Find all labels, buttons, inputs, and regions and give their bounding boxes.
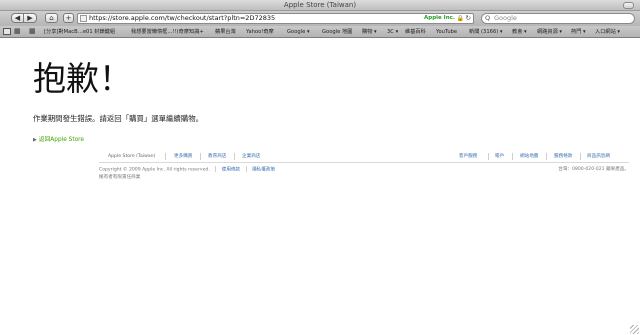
footer-link[interactable]: 更多購買	[174, 152, 192, 161]
contact-phone: 台灣：0800-020-021 蘋果產品。	[558, 167, 629, 172]
footer-divider	[245, 166, 247, 172]
bookmark-item[interactable]: 網路資源 ▾	[537, 26, 562, 38]
toolbar: ◀ ▶ ⌂ + https://store.apple.com/tw/check…	[0, 11, 640, 26]
browser-window: Apple Store (Taiwan) ◀ ▶ ⌂ + https://sto…	[0, 0, 640, 335]
forward-button[interactable]: ▶	[24, 13, 37, 23]
top-sites-grid-icon[interactable]: ▦	[14, 28, 22, 35]
footer-nav: Apple Store (Taiwan) 更多購買 教育商店 企業商店 客戶服務…	[99, 152, 629, 161]
search-placeholder: Google	[494, 14, 517, 22]
search-field[interactable]: Q Google	[481, 13, 635, 24]
plus-icon: +	[65, 14, 72, 22]
footer-divider	[200, 153, 201, 160]
footer-link[interactable]: 商品訊息網	[587, 152, 610, 161]
bookmark-item[interactable]: Google ▾	[287, 26, 310, 38]
add-bookmark-button[interactable]: +	[63, 13, 74, 23]
footer-divider	[234, 153, 235, 160]
footer-divider	[512, 153, 513, 160]
home-icon: ⌂	[49, 14, 54, 22]
bookmark-item[interactable]: Yahoo!奇摩	[246, 26, 274, 38]
footer-divider	[580, 153, 581, 160]
bookmarks-book-icon[interactable]	[3, 28, 11, 35]
footer-link[interactable]: 客戶服務	[459, 152, 477, 161]
back-to-store-link[interactable]: 返回Apple Store	[39, 137, 84, 143]
back-button[interactable]: ◀	[11, 13, 24, 23]
copyright-text: Copyright © 2009 Apple Inc. All rights r…	[99, 167, 210, 173]
footer-divider-line	[99, 162, 629, 163]
site-favicon-icon	[80, 15, 87, 22]
bookmark-item[interactable]: [分享]對MacB…e01 封鎖鍵組	[44, 26, 115, 38]
bookmark-item[interactable]: 熱門 ▾	[571, 26, 586, 38]
bookmark-item[interactable]: 維基百科	[405, 26, 426, 38]
bookmark-item[interactable]: YouTube	[436, 26, 457, 38]
window-title: Apple Store (Taiwan)	[283, 1, 357, 9]
bookmarks-bar: ▦ ▦ [分享]對MacB…e01 封鎖鍵組 我想要當懶惰框…!!(奇摩知識+ …	[0, 26, 640, 38]
address-bar[interactable]: https://store.apple.com/tw/checkout/star…	[77, 13, 474, 24]
footer-divider	[546, 153, 547, 160]
back-to-store[interactable]: ▶ 返回Apple Store	[33, 136, 84, 144]
footer-link[interactable]: 企業商店	[242, 152, 260, 161]
bookmarks-grid-icon[interactable]: ▦	[29, 28, 37, 35]
terms-link[interactable]: 使用條款	[222, 168, 240, 173]
page-heading: 抱歉！	[33, 59, 132, 98]
url-text[interactable]: https://store.apple.com/tw/checkout/star…	[89, 14, 275, 23]
toolbar-toggle-button[interactable]	[623, 2, 634, 9]
bookmark-item[interactable]: 購物 ▾	[362, 26, 377, 38]
bookmark-item[interactable]: 3C ▾	[387, 26, 398, 38]
footer-divider	[215, 166, 217, 172]
title-bar: Apple Store (Taiwan)	[0, 0, 640, 11]
bookmark-item[interactable]: 我想要當懶惰框…!!(奇摩知識+	[131, 26, 204, 38]
company-info: 擁有者有限責任商業	[99, 175, 141, 180]
privacy-link[interactable]: 隱私權政策	[252, 168, 275, 173]
footer-link[interactable]: 服務條款	[554, 152, 572, 161]
bookmark-item[interactable]: 蘋果台灣	[215, 26, 236, 38]
certificate-label[interactable]: Apple Inc.	[424, 14, 455, 23]
footer-divider	[488, 153, 489, 160]
footer-store-name[interactable]: Apple Store (Taiwan)	[108, 152, 155, 161]
resize-grip[interactable]	[630, 325, 639, 334]
footer-link[interactable]: 教育商店	[208, 152, 226, 161]
bookmark-item[interactable]: 新聞 (3166) ▾	[469, 26, 503, 38]
page-content: 抱歉！ 作業期間發生錯誤。請返回「購買」選單繼續購物。 ▶ 返回Apple St…	[0, 39, 640, 335]
bookmark-item[interactable]: 教會 ▾	[512, 26, 527, 38]
home-button[interactable]: ⌂	[45, 13, 58, 23]
bookmark-item[interactable]: 入口網站 ▾	[595, 26, 620, 38]
error-message: 作業期間發生錯誤。請返回「購買」選單繼續購物。	[33, 114, 203, 123]
bookmark-item[interactable]: Google 地圖	[322, 26, 352, 38]
footer-link[interactable]: 網站地圖	[520, 152, 538, 161]
back-arrow-icon: ◀	[14, 14, 21, 22]
search-icon: Q	[485, 14, 491, 22]
forward-arrow-icon: ▶	[27, 14, 33, 22]
triangle-right-icon: ▶	[33, 137, 37, 143]
footer-link[interactable]: 帳戶	[495, 152, 504, 161]
footer-divider	[165, 153, 166, 160]
copyright-line: Copyright © 2009 Apple Inc. All rights r…	[99, 166, 275, 174]
reload-icon[interactable]: ↻	[466, 14, 471, 23]
lock-icon[interactable]: 🔒	[457, 15, 464, 22]
